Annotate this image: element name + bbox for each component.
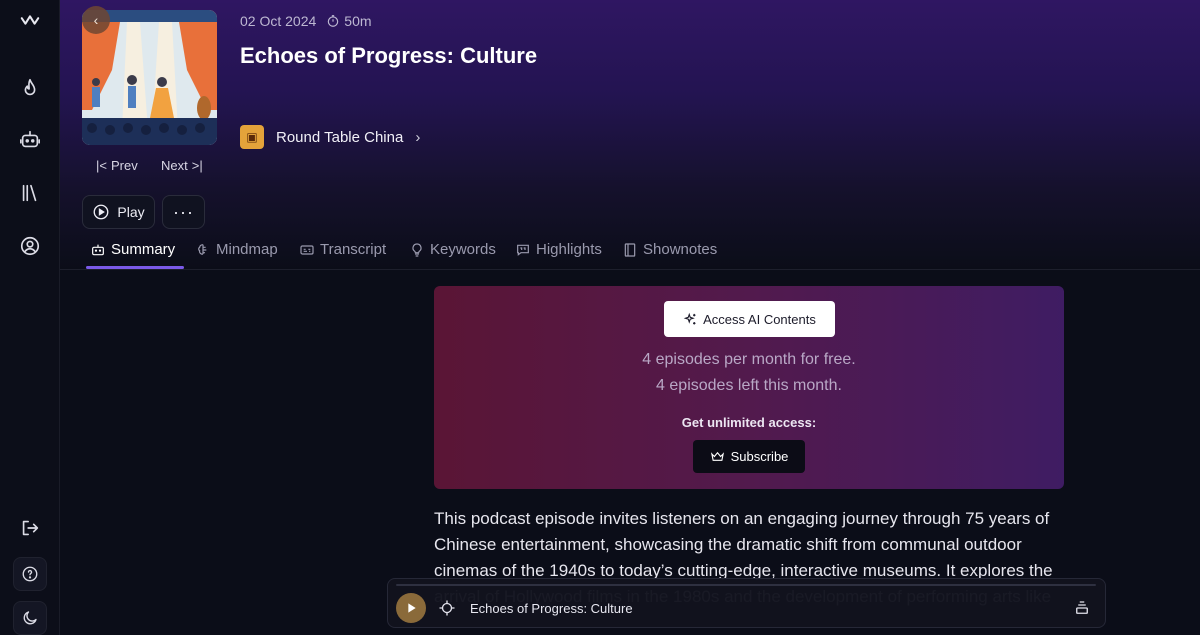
mini-player: Echoes of Progress: Culture: [387, 578, 1106, 628]
player-play-button[interactable]: [396, 593, 426, 623]
tab-summary[interactable]: Summary: [90, 241, 175, 258]
subscribe-label: Subscribe: [730, 449, 789, 464]
channel-link[interactable]: ▣ Round Table China ›: [240, 125, 420, 149]
tab-shownotes[interactable]: Shownotes: [622, 241, 717, 258]
player-progress-bar[interactable]: [396, 584, 1096, 586]
next-episode-button[interactable]: Next >|: [161, 158, 203, 173]
tab-keywords[interactable]: Keywords: [409, 241, 496, 258]
episode-header: [60, 0, 1200, 270]
brain-icon: [198, 243, 207, 255]
play-button[interactable]: Play: [82, 195, 155, 229]
remaining-quota-text: 4 episodes left this month.: [656, 377, 842, 394]
quote-message-icon: [517, 244, 529, 256]
tab-highlights-label: Highlights: [536, 241, 602, 258]
channel-logo-icon: ▣: [240, 125, 264, 149]
ai-access-card: Access AI Contents 4 episodes per month …: [434, 286, 1064, 489]
episode-meta: 02 Oct 2024 50m: [240, 13, 372, 29]
captions-icon: [300, 244, 314, 255]
access-ai-contents-button[interactable]: Access AI Contents: [664, 301, 835, 337]
episode-duration: 50m: [344, 13, 372, 29]
next-label: Next: [161, 158, 188, 173]
robot-icon: [92, 244, 104, 255]
prev-label: Prev: [110, 158, 138, 173]
player-episode-title: Echoes of Progress: Culture: [470, 601, 633, 616]
active-tab-indicator: [86, 266, 184, 269]
trending-fire-icon[interactable]: [12, 70, 48, 106]
free-quota-text: 4 episodes per month for free.: [642, 351, 856, 368]
chevron-left-icon: ‹: [93, 12, 99, 28]
chevron-right-icon: ›: [415, 128, 421, 146]
sidebar: [0, 0, 60, 635]
logo-icon[interactable]: [12, 2, 48, 38]
queue-icon[interactable]: [1073, 599, 1091, 622]
episode-date: 02 Oct 2024: [240, 13, 317, 29]
locate-icon[interactable]: [438, 599, 456, 622]
more-options-button[interactable]: ···: [162, 195, 205, 229]
play-icon: [408, 603, 416, 613]
more-horizontal-icon: ···: [173, 201, 194, 222]
content-tabs: Summary Mindmap Transcript Keywords High…: [60, 232, 1200, 270]
back-button[interactable]: ‹: [82, 6, 110, 34]
prev-episode-button[interactable]: |< Prev: [96, 158, 138, 173]
tab-shownotes-label: Shownotes: [643, 241, 718, 258]
subscribe-button[interactable]: Subscribe: [693, 440, 805, 473]
tab-highlights[interactable]: Highlights: [515, 241, 602, 258]
unlimited-access-label: Get unlimited access:: [681, 415, 817, 430]
skip-next-icon: >|: [191, 158, 203, 173]
tab-mindmap[interactable]: Mindmap: [195, 241, 278, 258]
ai-bot-icon[interactable]: [12, 122, 48, 158]
tab-transcript-label: Transcript: [320, 241, 387, 258]
tab-mindmap-label: Mindmap: [216, 241, 278, 258]
tab-keywords-label: Keywords: [430, 241, 496, 258]
tab-transcript[interactable]: Transcript: [299, 241, 386, 258]
profile-icon[interactable]: [12, 228, 48, 264]
skip-previous-icon: |<: [96, 158, 107, 173]
duration: 50m: [326, 13, 372, 29]
play-label: Play: [117, 204, 145, 220]
logout-icon[interactable]: [12, 510, 48, 546]
help-icon[interactable]: [13, 557, 47, 591]
sparkles-icon: [683, 312, 696, 324]
channel-name: Round Table China: [276, 128, 404, 146]
play-circle-icon: [93, 204, 109, 220]
notebook-icon: [624, 242, 636, 257]
episode-title: Echoes of Progress: Culture: [240, 43, 538, 68]
theme-toggle-icon[interactable]: [13, 601, 47, 635]
library-icon[interactable]: [12, 175, 48, 211]
tab-summary-label: Summary: [111, 241, 176, 258]
access-ai-label: Access AI Contents: [703, 311, 816, 327]
crown-icon: [710, 451, 724, 461]
lightbulb-icon: [412, 242, 422, 257]
timer-icon: [328, 15, 339, 27]
